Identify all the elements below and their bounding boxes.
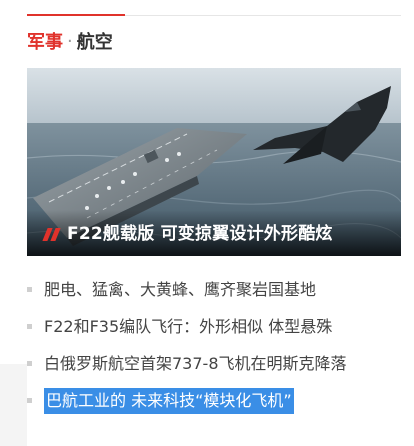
deck-aircraft [177, 152, 181, 156]
section-header: 军事 · 航空 [27, 28, 113, 54]
news-link[interactable]: 肥电、猛禽、大黄蜂、鹰齐聚岩国基地 [44, 277, 316, 303]
military-aviation-module: 军事 · 航空 F22舰载版 可变掠翼设计外形酷炫 肥电、猛禽、大黄蜂、鹰齐聚岩… [27, 0, 401, 446]
deck-aircraft [121, 180, 125, 184]
bullet-icon [27, 324, 32, 329]
hero-image-link[interactable]: F22舰载版 可变掠翼设计外形酷炫 [27, 68, 401, 256]
news-link[interactable]: 白俄罗斯航空首架737-8飞机在明斯克降落 [44, 351, 347, 377]
news-list: 肥电、猛禽、大黄蜂、鹰齐聚岩国基地 F22和F35编队飞行：外形相似 体型悬殊 … [27, 271, 401, 419]
deck-aircraft [133, 172, 137, 176]
bullet-icon [27, 361, 32, 366]
news-link[interactable]: F22和F35编队飞行：外形相似 体型悬殊 [44, 314, 332, 340]
bullet-icon [27, 287, 32, 292]
hero-caption-bar: F22舰载版 可变掠翼设计外形酷炫 [27, 210, 401, 256]
top-accent-bar [27, 14, 125, 16]
category-link[interactable]: 军事 [27, 28, 63, 54]
side-panel-edge [0, 364, 27, 446]
bullet-icon [27, 398, 32, 403]
deck-aircraft [107, 186, 111, 190]
hero-caption: F22舰载版 可变掠翼设计外形酷炫 [67, 224, 333, 244]
header-separator: · [67, 30, 73, 52]
deck-aircraft [165, 158, 169, 162]
subcategory-link[interactable]: 航空 [77, 28, 113, 54]
list-item: 肥电、猛禽、大黄蜂、鹰齐聚岩国基地 [27, 271, 401, 308]
news-link-highlighted[interactable]: 巴航工业的 未来科技“模块化飞机” [44, 387, 294, 414]
list-item: 白俄罗斯航空首架737-8飞机在明斯克降落 [27, 345, 401, 382]
list-item: 巴航工业的 未来科技“模块化飞机” [27, 382, 401, 419]
list-item: F22和F35编队飞行：外形相似 体型悬殊 [27, 308, 401, 345]
deck-aircraft [95, 194, 99, 198]
caption-slash-icon [42, 228, 61, 241]
